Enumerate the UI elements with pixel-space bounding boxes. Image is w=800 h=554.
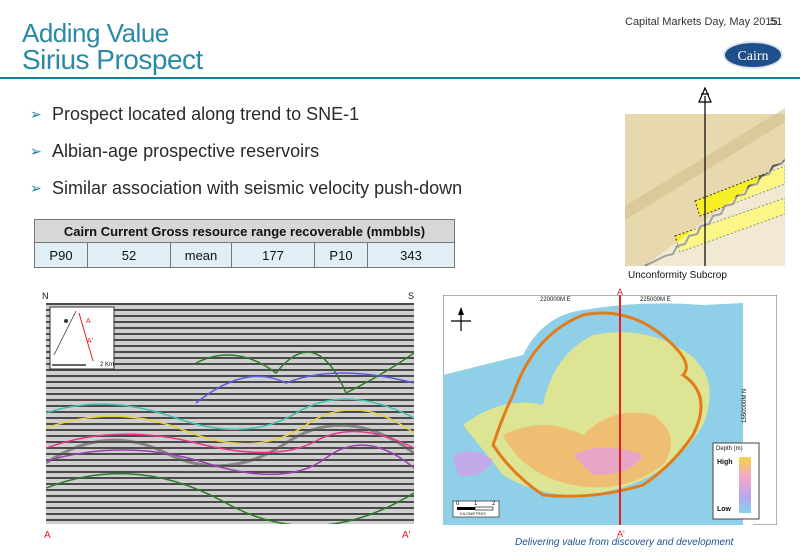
table-cell: 343 [367,242,455,268]
map-coord-east-1: 220000M E [540,297,571,303]
legend-high-label: High [717,459,733,466]
unconformity-diagram [625,86,785,266]
bullet-item: ➢ Albian-age prospective reservoirs [30,133,462,170]
arrow-bullet-icon: ➢ [30,143,42,159]
arrow-bullet-icon: ➢ [30,106,42,122]
diagram-caption: Unconformity Subcrop [628,270,727,281]
table-cell: 52 [87,242,171,268]
inset-label-a: A [86,318,91,325]
arrow-bullet-icon: ➢ [30,180,42,196]
bullet-text: Similar association with seismic velocit… [52,178,463,198]
map-coord-north: 1550000M N [742,388,748,423]
location-inset [49,306,115,370]
legend-low-label: Low [717,506,731,513]
inset-scale-label: 2 Km [100,362,115,368]
map-label-a: A [617,287,624,297]
bullet-text: Albian-age prospective reservoirs [52,141,320,161]
seismic-section [46,303,414,524]
header-divider [0,77,800,79]
resource-table-heading: Cairn Current Gross resource range recov… [34,219,455,243]
scale-units: KILOMETRES [460,511,486,516]
scale-tick: 0 [456,501,460,507]
depth-map [443,295,777,525]
bullet-item: ➢ Similar association with seismic veloci… [30,170,462,207]
resource-table: Cairn Current Gross resource range recov… [34,219,455,268]
table-cell: mean [170,242,232,268]
section-label-a: A [44,530,51,541]
event-label: Capital Markets Day, May 2015 [625,16,778,28]
map-coord-east-2: 225000M E [640,297,671,303]
depth-colorbar [739,457,751,513]
inset-label-a-prime: A' [87,338,94,345]
table-cell: P90 [34,242,88,268]
table-cell: P10 [314,242,368,268]
scale-tick: 1 [474,501,478,507]
slide-title: Sirius Prospect [22,44,203,75]
bullet-list: ➢ Prospect located along trend to SNE-1 ➢… [30,96,462,207]
page-number: 51 [770,16,783,28]
bullet-text: Prospect located along trend to SNE-1 [52,104,360,124]
scale-tick: 2 [492,501,496,507]
north-label: N [42,291,49,301]
bullet-item: ➢ Prospect located along trend to SNE-1 [30,96,462,133]
section-label-a-prime: A' [402,530,411,541]
south-label: S [408,291,415,301]
cairn-logo: Cairn [723,41,783,69]
legend-title: Depth (m) [716,446,743,452]
footer-tagline: Delivering value from discovery and deve… [515,537,734,548]
table-cell: 177 [231,242,315,268]
